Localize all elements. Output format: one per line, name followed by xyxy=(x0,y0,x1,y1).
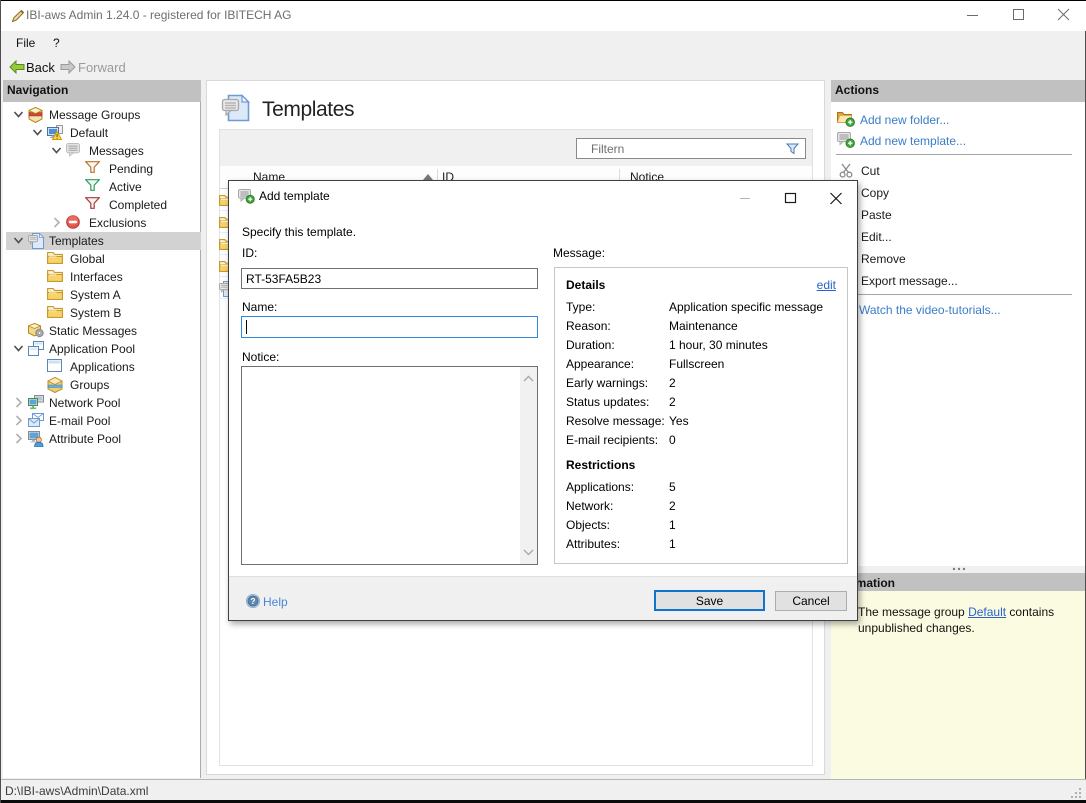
svg-text:?: ? xyxy=(250,596,255,606)
